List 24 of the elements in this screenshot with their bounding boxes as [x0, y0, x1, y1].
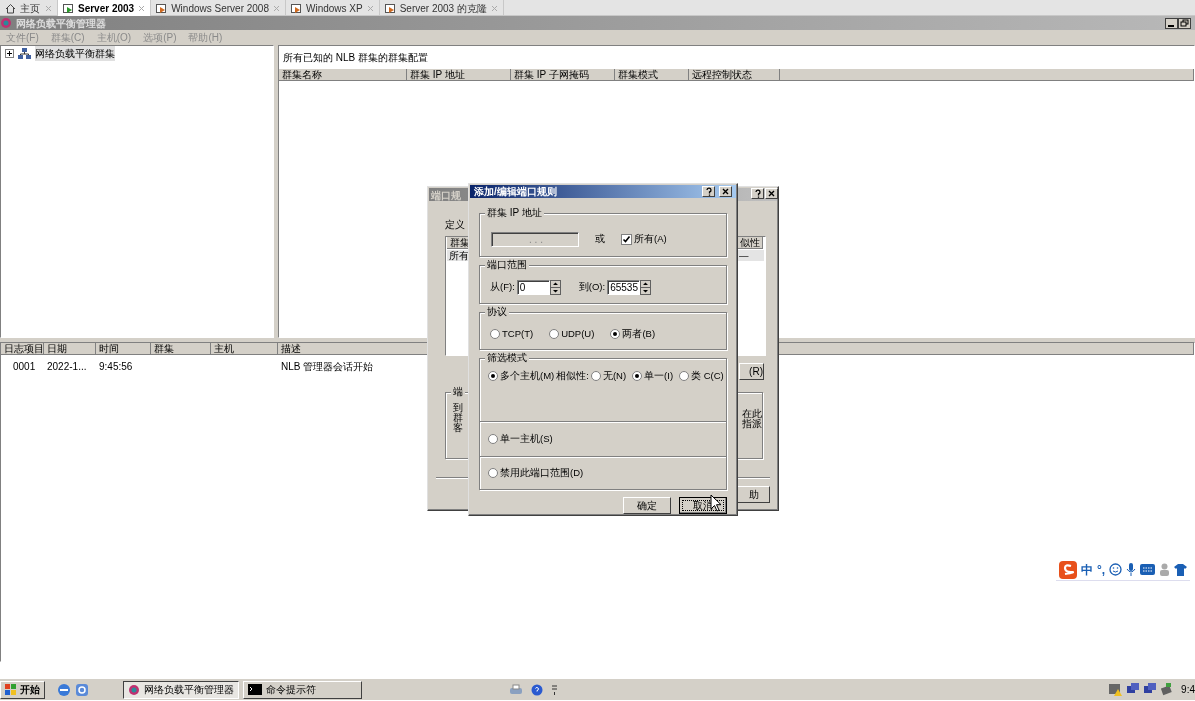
- description-text: 在此: [742, 407, 762, 420]
- clock: 9:4: [1181, 683, 1195, 697]
- group-label: 端: [451, 386, 465, 398]
- dialog-title: 添加/编辑端口规则: [474, 185, 557, 199]
- group-label: 群集 IP 地址: [485, 207, 544, 219]
- description-text: 指派: [742, 418, 762, 431]
- pane-caption: 所有已知的 NLB 群集的群集配置: [282, 51, 429, 65]
- label: 定义: [445, 218, 465, 232]
- description-text: 到: [453, 401, 463, 414]
- label: 或: [595, 231, 605, 246]
- group-label: 端口范围: [485, 259, 529, 271]
- label: 相似性:: [556, 369, 589, 383]
- table-cell-text: NLB 管理器会话开始: [280, 360, 374, 374]
- table-cell-text: 0001: [12, 360, 37, 374]
- table-cell-text: 所有: [449, 249, 469, 263]
- group-label: 筛选模式: [485, 352, 529, 364]
- window-title: 网络负载平衡管理器: [16, 16, 106, 31]
- table-cell-text: 9:45:56: [98, 360, 134, 374]
- group-label: 协议: [485, 306, 509, 318]
- dialog-title: 端口规: [431, 189, 461, 203]
- table-cell-text: —: [739, 249, 749, 263]
- label: 从(F):: [490, 280, 515, 295]
- table-cell-text: 2022-1...: [46, 360, 88, 374]
- label: 到(O):: [578, 280, 606, 295]
